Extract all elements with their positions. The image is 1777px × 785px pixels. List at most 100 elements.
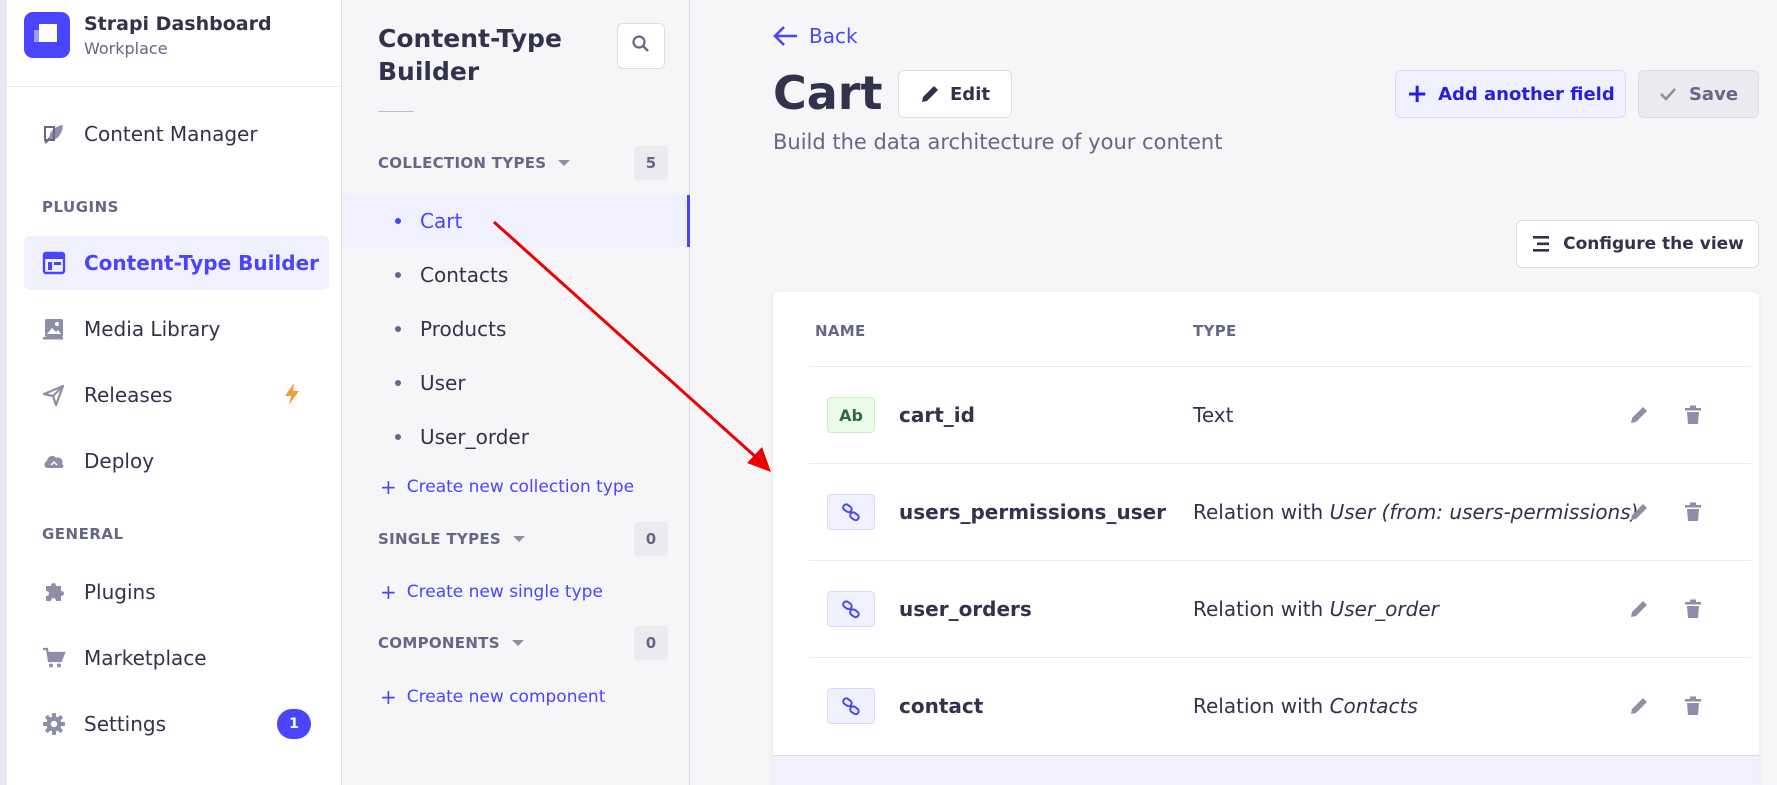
count-badge: 0 [634, 522, 668, 556]
components-header[interactable]: COMPONENTS 0 [378, 626, 668, 660]
text-type-icon: Ab [827, 397, 875, 433]
collection-type-item[interactable]: Contacts [342, 249, 690, 301]
collection-type-item[interactable]: User_order [342, 411, 690, 463]
add-field-row[interactable] [773, 755, 1759, 785]
configure-view-button[interactable]: Configure the view [1516, 220, 1759, 268]
relation-type-icon [827, 591, 875, 627]
link-label: Create new collection type [406, 477, 635, 497]
delete-field-trash-icon[interactable] [1681, 403, 1705, 427]
paper-plane-icon [41, 382, 67, 408]
puzzle-icon [41, 579, 67, 605]
relation-target: User_order [1329, 597, 1439, 621]
collection-type-item[interactable]: Products [342, 303, 690, 355]
bullet [395, 326, 401, 332]
link-label: Create new single type [406, 582, 603, 602]
collection-type-label: User [420, 371, 466, 395]
relation-type-icon [827, 494, 875, 530]
create-component-link[interactable]: + Create new component [380, 687, 605, 707]
edit-button[interactable]: Edit [898, 70, 1012, 118]
field-type-text: Relation with [1193, 500, 1330, 524]
collection-type-label: Contacts [420, 263, 509, 287]
arrow-left-icon [773, 26, 797, 46]
field-name: contact [899, 694, 984, 718]
plus-icon: + [380, 580, 397, 604]
field-type: Text [1193, 403, 1233, 427]
link-label: Create new component [406, 687, 606, 707]
button-label: Add another field [1438, 83, 1615, 105]
section-label: COLLECTION TYPES [378, 154, 547, 172]
edit-field-pencil-icon[interactable] [1627, 597, 1651, 621]
bullet [395, 434, 401, 440]
caret-down-icon [513, 536, 526, 542]
brand: Strapi Dashboard Workplace [24, 12, 272, 58]
delete-field-trash-icon[interactable] [1681, 500, 1705, 524]
edit-field-pencil-icon[interactable] [1627, 694, 1651, 718]
field-name: users_permissions_user [899, 500, 1167, 524]
table-row: user_orders Relation with User_order [809, 560, 1751, 657]
relation-type-icon [827, 688, 875, 724]
nav-section-plugins: PLUGINS [42, 198, 119, 216]
section-label: SINGLE TYPES [378, 530, 502, 548]
image-icon [41, 316, 67, 342]
nav-divider [7, 86, 342, 87]
content-type-sidebar: Content-Type Builder COLLECTION TYPES 5 … [342, 0, 690, 785]
cloud-icon [41, 448, 67, 474]
table-row: users_permissions_user Relation with Use… [809, 463, 1751, 560]
create-collection-type-link[interactable]: + Create new collection type [380, 477, 634, 497]
delete-field-trash-icon[interactable] [1681, 597, 1705, 621]
delete-field-trash-icon[interactable] [1681, 694, 1705, 718]
collection-types-header[interactable]: COLLECTION TYPES 5 [378, 146, 668, 180]
gear-icon [41, 711, 67, 737]
collection-type-item[interactable]: User [342, 357, 690, 409]
add-another-field-button[interactable]: + Add another field [1395, 70, 1626, 118]
section-label: COMPONENTS [378, 634, 500, 652]
lightning-icon [283, 382, 301, 410]
nav-item-content-type-builder[interactable]: Content-Type Builder [24, 236, 329, 290]
field-type: Relation with User (from: users-permissi… [1193, 500, 1638, 524]
sidebar-title-line: Builder [378, 57, 480, 86]
nav-item-releases[interactable]: Releases [24, 368, 329, 422]
relation-target: User (from: users-permissions) [1329, 500, 1639, 524]
nav-label: Content-Type Builder [84, 251, 320, 275]
field-type-text: Relation with [1193, 597, 1330, 621]
feather-icon [41, 121, 67, 147]
single-types-header[interactable]: SINGLE TYPES 0 [378, 522, 668, 556]
field-name: user_orders [899, 597, 1032, 621]
create-single-type-link[interactable]: + Create new single type [380, 582, 603, 602]
page-subtitle: Build the data architecture of your cont… [773, 130, 1223, 154]
nav-item-settings[interactable]: Settings 1 [24, 697, 329, 751]
field-type: Relation with User_order [1193, 597, 1439, 621]
notification-badge: 1 [277, 709, 311, 739]
caret-down-icon [558, 160, 571, 166]
table-row: contact Relation with Contacts [809, 657, 1751, 754]
nav-item-plugins[interactable]: Plugins [24, 565, 329, 619]
nav-item-marketplace[interactable]: Marketplace [24, 631, 329, 685]
button-label: Edit [950, 83, 990, 105]
collection-type-item[interactable]: Cart [342, 195, 690, 247]
nav-item-media-library[interactable]: Media Library [24, 302, 329, 356]
brand-subtitle: Workplace [84, 38, 168, 58]
brand-title: Strapi Dashboard [84, 12, 272, 35]
column-header-type: TYPE [1193, 322, 1237, 340]
collection-type-label: Products [420, 317, 507, 341]
divider [378, 111, 414, 112]
save-button[interactable]: Save [1638, 70, 1759, 118]
field-type: Relation with Contacts [1193, 694, 1418, 718]
column-header-name: NAME [815, 322, 866, 340]
plus-icon: + [1406, 79, 1429, 109]
nav-label: Plugins [84, 580, 156, 604]
nav-item-deploy[interactable]: Deploy [24, 434, 329, 488]
page-title: Cart [773, 66, 883, 120]
back-link[interactable]: Back [773, 24, 858, 48]
button-label: Configure the view [1563, 234, 1744, 254]
bullet [395, 272, 401, 278]
relation-target: Contacts [1329, 694, 1418, 718]
button-label: Save [1688, 83, 1739, 105]
count-badge: 0 [634, 626, 668, 660]
search-button[interactable] [617, 23, 665, 69]
nav-label: Marketplace [84, 646, 207, 670]
edit-field-pencil-icon[interactable] [1627, 403, 1651, 427]
nav-item-content-manager[interactable]: Content Manager [24, 107, 329, 161]
edit-field-pencil-icon[interactable] [1627, 500, 1651, 524]
nav-label: Deploy [84, 449, 155, 473]
